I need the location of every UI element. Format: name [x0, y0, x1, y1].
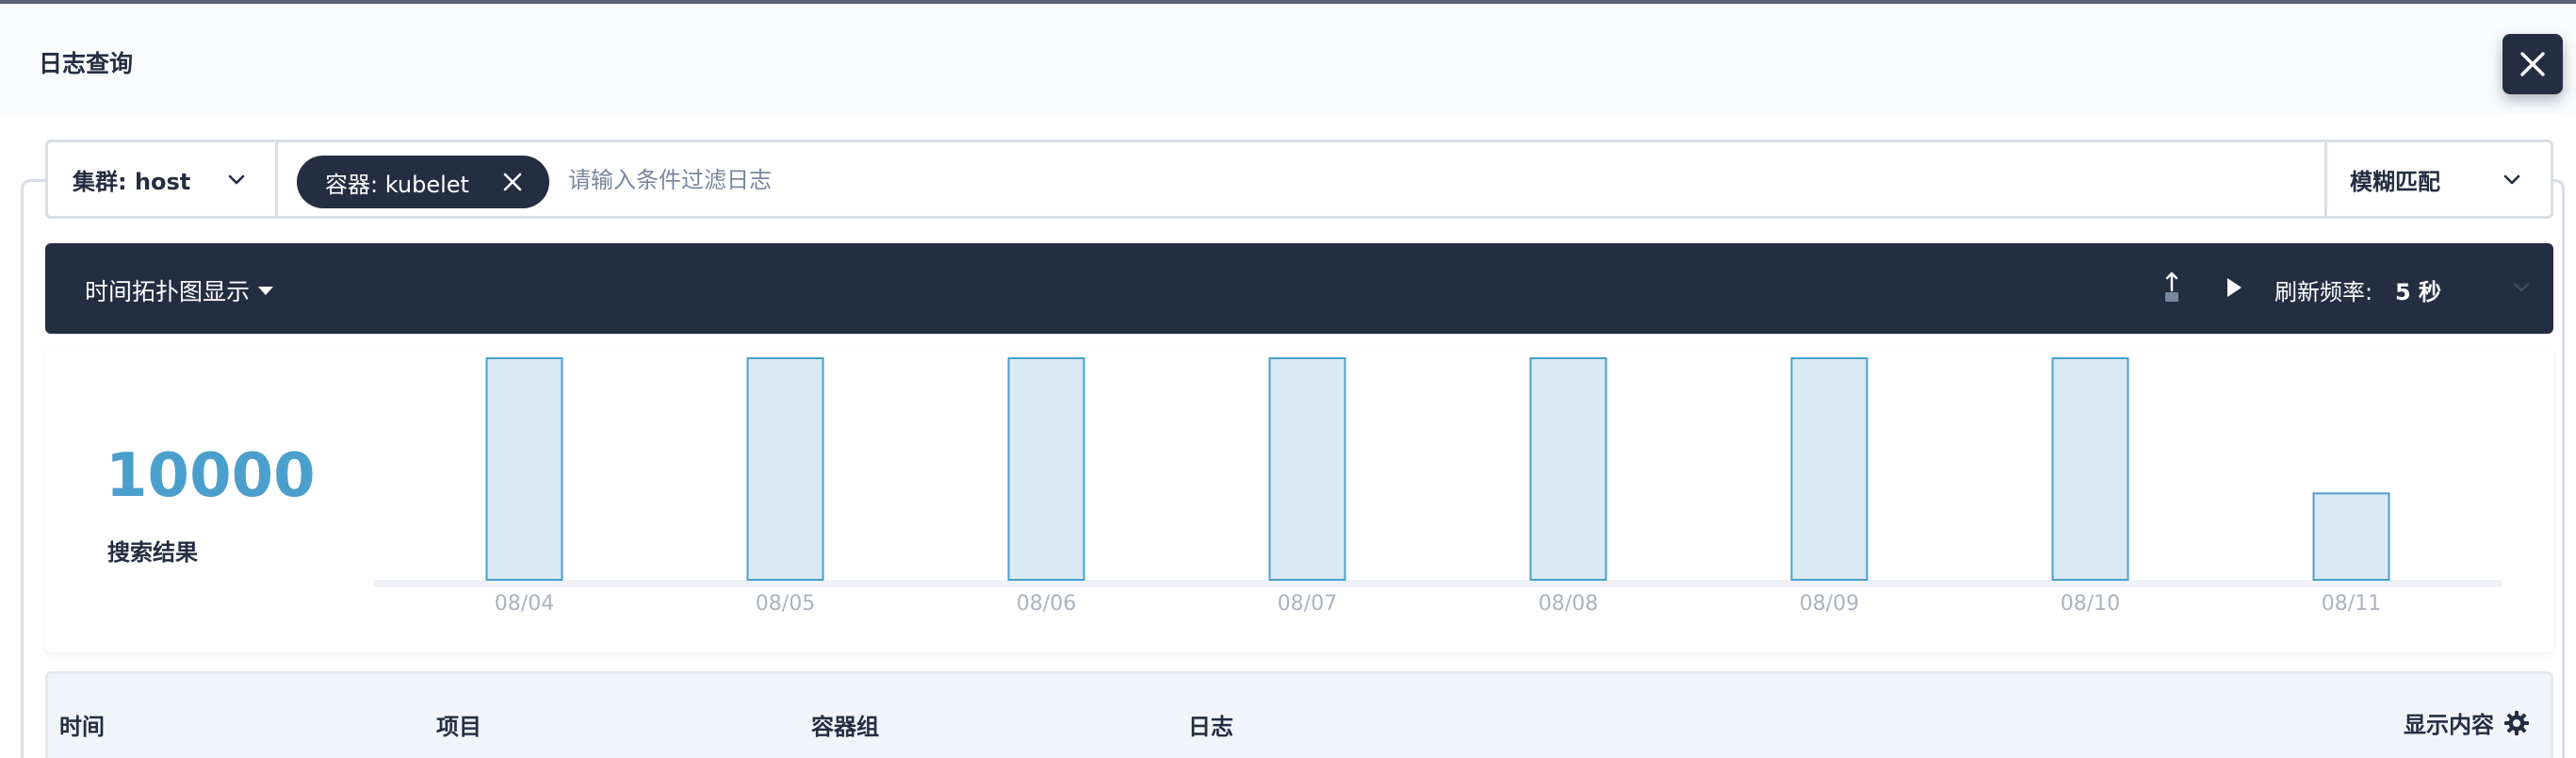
display-settings-button[interactable]: 显示内容 — [2404, 706, 2530, 739]
modal-header: 日志查询 — [0, 4, 2576, 115]
x-tick-label: 08/09 — [1800, 592, 1859, 616]
chart-bar-08-05[interactable] — [746, 357, 824, 581]
cluster-select[interactable]: 集群: host — [48, 142, 278, 216]
close-button[interactable] — [2503, 34, 2563, 94]
search-bar: 集群: host 容器: kubelet 模糊匹配 — [45, 140, 2553, 219]
x-tick-label: 08/10 — [2061, 592, 2120, 616]
view-toggle-button[interactable]: 时间拓扑图显示 — [85, 273, 274, 307]
play-icon[interactable] — [2224, 275, 2244, 300]
close-icon[interactable] — [502, 172, 523, 192]
match-mode-label: 模糊匹配 — [2350, 168, 2440, 195]
table-header: 时间 项目 容器组 日志 显示内容 — [45, 671, 2553, 758]
refresh-rate-value[interactable]: 5 秒 — [2395, 273, 2441, 306]
chart-bar-08-11[interactable] — [2312, 492, 2390, 582]
view-toggle-label: 时间拓扑图显示 — [85, 278, 251, 305]
export-icon[interactable] — [2163, 272, 2180, 304]
x-tick-label: 08/08 — [1539, 592, 1598, 616]
x-tick-label: 08/05 — [756, 592, 815, 616]
column-header-log: 日志 — [1188, 714, 1233, 740]
page-title: 日志查询 — [39, 50, 134, 77]
chart-bar-08-09[interactable] — [1790, 357, 1868, 581]
search-input[interactable] — [568, 154, 2358, 206]
chart-bar-08-10[interactable] — [2051, 357, 2129, 581]
x-axis-track — [373, 580, 2503, 587]
x-tick-label: 08/07 — [1278, 592, 1337, 616]
x-tick-label: 08/04 — [495, 592, 554, 616]
x-tick-label: 08/06 — [1017, 592, 1076, 616]
main-content: 集群: host 容器: kubelet 模糊匹配 时间拓扑图显示 — [0, 115, 2576, 758]
chart-bar-08-07[interactable] — [1268, 357, 1346, 581]
chevron-down-icon — [228, 174, 245, 185]
display-settings-label: 显示内容 — [2404, 712, 2494, 738]
column-header-time: 时间 — [59, 714, 105, 740]
chart-bar-08-06[interactable] — [1007, 357, 1085, 581]
refresh-rate-label: 刷新频率: — [2274, 279, 2373, 305]
column-header-project: 项目 — [436, 714, 481, 740]
chart-bar-08-08[interactable] — [1529, 357, 1607, 581]
filter-tag: 容器: kubelet — [297, 156, 549, 208]
close-icon — [2520, 52, 2545, 76]
chart-bar-08-04[interactable] — [485, 357, 563, 581]
chart-card: 10000 搜索结果 08/04 08/05 08/06 08/07 08/08 08/0… — [45, 349, 2553, 652]
chart-toolbar: 时间拓扑图显示 刷新频率: 5 秒 — [45, 243, 2553, 334]
chevron-down-icon — [2503, 174, 2520, 185]
histogram-chart: 08/04 08/05 08/06 08/07 08/08 08/09 08/10 08/11 — [373, 357, 2503, 616]
filter-tag-label: 容器: kubelet — [325, 171, 469, 198]
gear-icon — [2504, 710, 2529, 735]
cluster-select-label: 集群: host — [73, 168, 191, 195]
chevron-down-icon[interactable] — [2512, 281, 2531, 294]
x-tick-label: 08/11 — [2322, 592, 2381, 616]
column-header-pod: 容器组 — [811, 714, 879, 740]
caret-down-icon — [258, 287, 274, 295]
match-mode-select[interactable]: 模糊匹配 — [2324, 142, 2551, 216]
